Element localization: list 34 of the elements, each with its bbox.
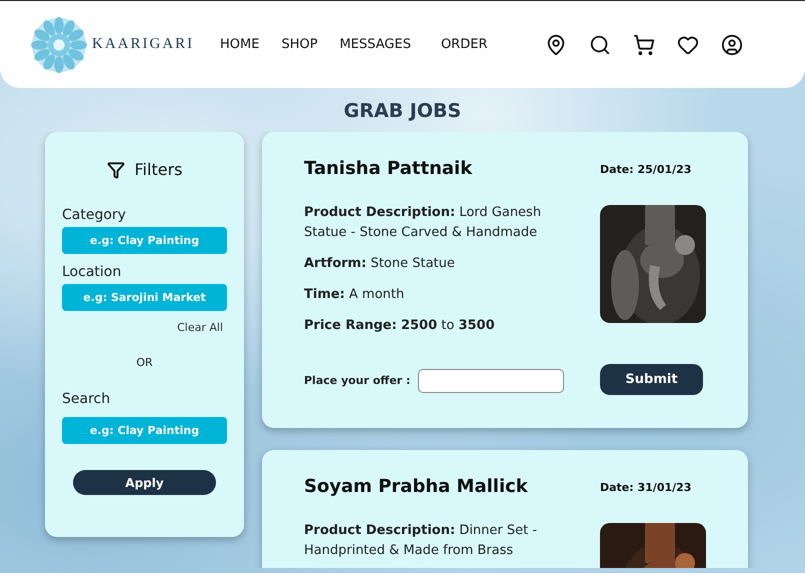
search-field[interactable]: e.g: Clay Painting xyxy=(62,417,227,444)
nav-link[interactable]: MESSAGES xyxy=(340,37,411,52)
job-detail: Artform: Stone Statue xyxy=(304,255,456,273)
user-icon[interactable] xyxy=(721,34,744,56)
job-date: Date: 31/01/23 xyxy=(600,481,692,494)
heart-icon[interactable] xyxy=(677,34,700,56)
cart-icon[interactable] xyxy=(633,34,656,56)
page-title: GRAB JOBS xyxy=(342,100,462,122)
job-detail: Time: A month xyxy=(304,286,406,304)
client-name: Soyam Prabha Mallick xyxy=(304,476,529,497)
nav-link[interactable]: SHOP xyxy=(281,37,318,52)
filter-field[interactable]: e.g: Clay Painting xyxy=(62,227,227,254)
submit-button[interactable]: Submit xyxy=(600,364,703,395)
filter-icon xyxy=(106,160,125,178)
clear-all-link[interactable]: Clear All xyxy=(177,321,223,334)
field-label: Category xyxy=(62,207,127,223)
job-detail: Product Description: Dinner Set - Handprinted & Made from Brass xyxy=(304,522,538,560)
apply-button[interactable]: Apply xyxy=(73,470,216,495)
field-label: Search xyxy=(62,391,112,407)
or-divider-text: OR xyxy=(136,356,153,369)
field-label: Location xyxy=(62,264,122,280)
filter-field[interactable]: e.g: Sarojini Market xyxy=(62,284,227,311)
mandala-icon xyxy=(30,16,88,74)
client-name: Tanisha Pattnaik xyxy=(304,158,474,179)
nav-link[interactable]: HOME xyxy=(220,37,260,52)
job-detail: Price Range: 2500 to 3500 xyxy=(304,317,496,335)
offer-field[interactable] xyxy=(418,368,564,392)
offer-label: Place your offer : xyxy=(304,374,410,387)
job-detail: Product Description: Lord Ganesh Statue - Stone Carved & Handmade xyxy=(304,204,542,242)
job-date: Date: 25/01/23 xyxy=(600,163,692,176)
logo-text: KAARIGARI xyxy=(92,36,194,53)
filter-title: Filters xyxy=(134,160,182,179)
nav-link[interactable]: ORDER xyxy=(440,37,488,52)
search-icon[interactable] xyxy=(589,34,612,56)
